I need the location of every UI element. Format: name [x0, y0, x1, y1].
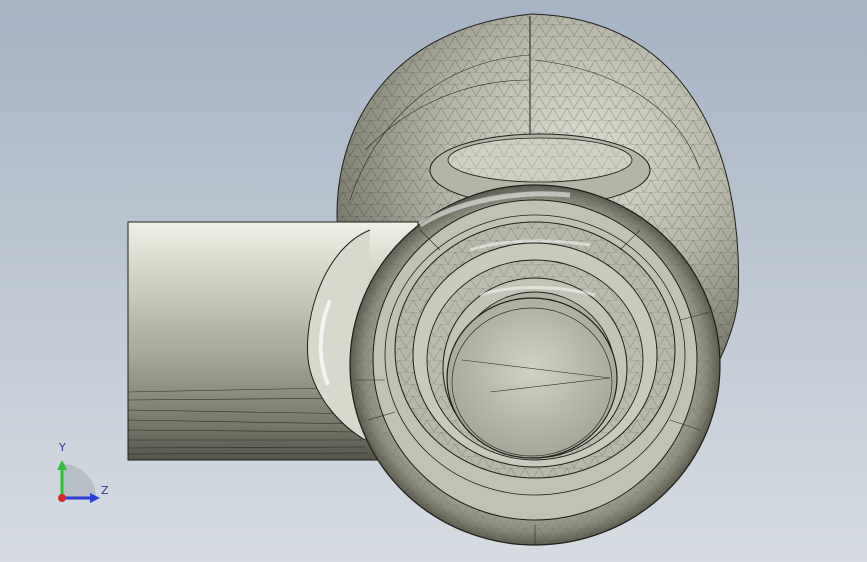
model-3d-view[interactable] [0, 0, 867, 562]
axis-triad: Y Z [50, 440, 120, 510]
axis-z-label: Z [101, 484, 109, 497]
axis-y-label: Y [59, 441, 66, 454]
fitting-face [307, 184, 721, 546]
graphics-viewport[interactable]: Y Z [0, 0, 867, 562]
